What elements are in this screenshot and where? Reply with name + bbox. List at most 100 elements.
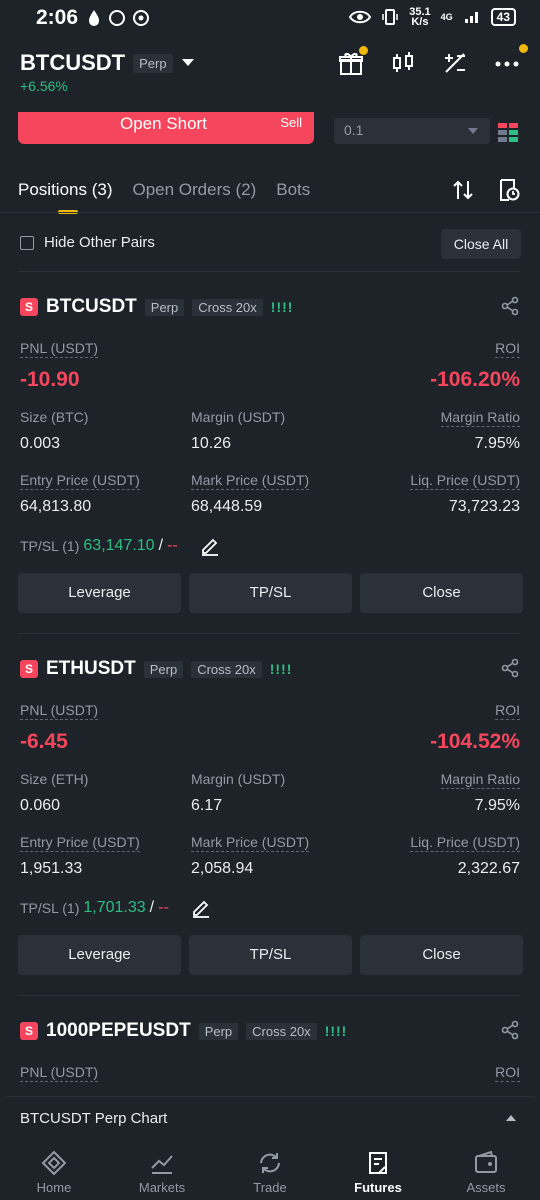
price-change: +6.56% [20,78,68,94]
margin-mode-tag[interactable]: Cross 20x [192,298,263,316]
pnl-label[interactable]: PNL (USDT) [20,1064,99,1082]
chart-drawer-toggle[interactable]: BTCUSDT Perp Chart [0,1096,540,1140]
margin-ratio-value: 7.95% [474,435,520,452]
perp-tag: Perp [144,298,185,316]
tpsl-separator: / [158,537,164,554]
nav-home[interactable]: Home [0,1140,108,1200]
mark-price-value: 68,448.59 [191,498,263,515]
gift-button[interactable] [338,46,368,76]
pnl-label[interactable]: PNL (USDT) [20,702,99,720]
share-icon[interactable] [500,1020,520,1040]
position-tabs: Positions (3) Open Orders (2) Bots [18,180,310,214]
divider [18,995,520,996]
nav-home-label: Home [36,1180,72,1195]
mark-price-label[interactable]: Mark Price (USDT) [191,472,310,490]
nav-trade-label: Trade [253,1180,287,1195]
adl-indicator: !!!! [270,299,294,315]
short-side-badge: S [20,298,38,316]
roi-value: -106.20% [430,368,520,391]
edit-icon[interactable] [200,536,220,556]
tab-open-orders[interactable]: Open Orders (2) [132,180,256,200]
hide-other-pairs-checkbox[interactable] [20,235,34,250]
tpsl-row: TP/SL (1) 63,147.10 / -- [20,536,220,556]
leverage-button[interactable]: Leverage [18,935,181,975]
margin-ratio-label[interactable]: Margin Ratio [440,409,520,427]
more-button[interactable] [494,44,528,76]
calculator-button[interactable] [442,50,468,76]
margin-mode-tag[interactable]: Cross 20x [191,660,262,678]
tab-bots[interactable]: Bots [276,180,310,200]
liq-price-label[interactable]: Liq. Price (USDT) [410,472,520,490]
assets-icon [475,1150,497,1173]
close-all-button[interactable]: Close All [441,229,521,259]
divider [18,271,520,272]
share-icon[interactable] [500,296,520,316]
close-position-button[interactable]: Close [360,935,523,975]
battery-level: 43 [490,8,516,26]
size-label: Size (BTC) [20,409,89,425]
hide-other-pairs-label: Hide Other Pairs [44,234,155,251]
take-profit-value: 1,701.33 [83,899,146,916]
candlestick-button[interactable] [390,50,416,76]
liq-price-value: 73,723.23 [448,498,520,515]
leverage-button[interactable]: Leverage [18,573,181,613]
quantity-select[interactable]: 0.1 [334,118,490,144]
header-actions [338,44,528,76]
short-side-badge: S [20,1022,38,1040]
status-notification-icons [86,9,150,27]
size-value: 0.060 [20,797,61,814]
hide-other-pairs-toggle[interactable]: Hide Other Pairs [20,234,155,251]
position-card-ethusdt: S ETHUSDT Perp Cross 20x !!!! PNL (USDT)… [0,658,540,998]
status-time: 2:06 [36,6,79,29]
roi-label[interactable]: ROI [495,1064,520,1082]
nav-assets-label: Assets [466,1180,506,1195]
position-symbol[interactable]: BTCUSDT [46,296,137,318]
perp-tag: Perp [143,660,184,678]
tpsl-label: TP/SL (1) [20,538,80,554]
trade-icon [260,1153,280,1173]
liq-price-label[interactable]: Liq. Price (USDT) [410,834,520,852]
caret-down-icon [181,59,194,66]
position-symbol[interactable]: ETHUSDT [46,658,136,680]
margin-mode-tag[interactable]: Cross 20x [246,1022,317,1040]
more-icon [495,61,519,67]
page-title: BTCUSDT [20,50,126,75]
network-type: 4G [440,12,453,22]
roi-value: -104.52% [430,730,520,753]
tpsl-button[interactable]: TP/SL [189,573,352,613]
tpsl-button[interactable]: TP/SL [189,935,352,975]
position-card-btcusdt: S BTCUSDT Perp Cross 20x !!!! PNL (USDT)… [0,296,540,636]
roi-label[interactable]: ROI [495,702,520,720]
pnl-label[interactable]: PNL (USDT) [20,340,99,358]
nav-futures[interactable]: Futures [324,1140,432,1200]
mark-price-label[interactable]: Mark Price (USDT) [191,834,310,852]
position-symbol[interactable]: 1000PEPEUSDT [46,1020,191,1042]
tpsl-separator: / [149,899,155,916]
nav-markets-label: Markets [138,1180,186,1195]
nav-markets[interactable]: Markets [108,1140,216,1200]
nav-assets[interactable]: Assets [432,1140,540,1200]
open-short-button[interactable]: Open Short Sell [18,112,314,144]
tpsl-label: TP/SL (1) [20,900,80,916]
history-icon[interactable] [497,178,521,202]
sort-icon[interactable] [452,179,474,201]
perp-tag: Perp [198,1022,239,1040]
vibrate-icon [382,9,398,25]
roi-label[interactable]: ROI [495,340,520,358]
tabs-divider [0,212,540,213]
whatsapp-icon [133,10,149,26]
margin-value: 10.26 [191,435,232,452]
orderbook-icon[interactable] [497,122,519,144]
margin-ratio-label[interactable]: Margin Ratio [440,771,520,789]
notification-dot [359,46,368,55]
edit-icon[interactable] [191,898,211,918]
circle-icon [109,10,125,26]
divider [18,633,520,634]
symbol-selector[interactable]: BTCUSDT Perp [20,50,195,76]
entry-price-label[interactable]: Entry Price (USDT) [20,834,140,852]
entry-price-label[interactable]: Entry Price (USDT) [20,472,140,490]
tab-positions[interactable]: Positions (3) [18,180,112,214]
share-icon[interactable] [500,658,520,678]
close-position-button[interactable]: Close [360,573,523,613]
nav-trade[interactable]: Trade [216,1140,324,1200]
